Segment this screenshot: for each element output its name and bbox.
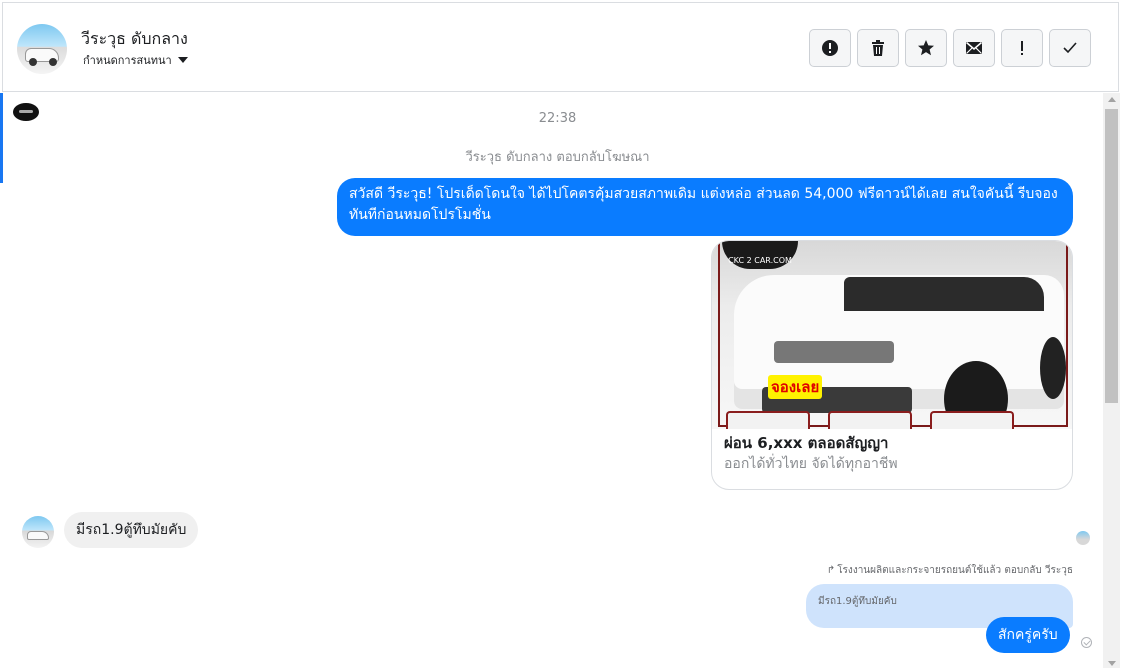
- contact-avatar[interactable]: [17, 24, 67, 74]
- thread-accent-bar: [0, 93, 3, 183]
- star-button[interactable]: [905, 29, 947, 67]
- mark-spam-button[interactable]: [809, 29, 851, 67]
- toolbar: [809, 29, 1091, 67]
- trash-icon: [872, 40, 884, 56]
- delete-button[interactable]: [857, 29, 899, 67]
- follow-up-button[interactable]: [1001, 29, 1043, 67]
- sent-check-icon: [1081, 637, 1092, 648]
- mark-unread-button[interactable]: [953, 29, 995, 67]
- assign-conversation-dropdown[interactable]: กำหนดการสนทนา: [83, 51, 188, 69]
- image-thumbnails: [726, 411, 1014, 429]
- assign-label: กำหนดการสนทนา: [83, 54, 172, 67]
- mark-done-button[interactable]: [1049, 29, 1091, 67]
- scroll-up-arrow-icon[interactable]: [1108, 97, 1116, 102]
- ad-card-subtitle: ออกได้ทั่วไทย จัดได้ทุกอาชีพ: [724, 456, 898, 472]
- exclamation-icon: [1021, 41, 1023, 55]
- incoming-message[interactable]: มีรถ1.9ตู้ทึบมัยคับ: [64, 512, 199, 548]
- messenger-window: วีระวุธ ดับกลาง กำหนดการสนทนา 22:38 วีระ…: [0, 0, 1123, 668]
- ad-card[interactable]: CKC 2 CAR.COM จองเลย ผ่อน 6,xxx ตลอดสัญญ…: [711, 240, 1073, 490]
- envelope-icon: [966, 41, 982, 54]
- star-icon: [918, 40, 934, 56]
- book-now-sticker: จองเลย: [768, 375, 823, 399]
- check-icon: [1063, 42, 1077, 54]
- sender-avatar[interactable]: [22, 516, 54, 548]
- scrollbar-thumb[interactable]: [1105, 109, 1118, 403]
- contact-name[interactable]: วีระวุธ ดับกลาง: [81, 27, 188, 52]
- ad-reply-note: วีระวุธ ดับกลาง ตอบกลับโฆษณา: [465, 150, 650, 165]
- message-timestamp: 22:38: [538, 111, 577, 126]
- outgoing-message[interactable]: สวัสดี วีระวุธ! โปรเด็ดโดนใจ ได้ไปโคตรคุ…: [337, 178, 1073, 236]
- scroll-down-arrow-icon[interactable]: [1108, 661, 1116, 666]
- page-reply-note: ↱ โรงงานผลิตและกระจายรถยนต์ใช้แล้ว ตอบกล…: [827, 563, 1073, 578]
- conversation-header: วีระวุธ ดับกลาง กำหนดการสนทนา: [2, 2, 1119, 92]
- page-reply-note-text: โรงงานผลิตและกระจายรถยนต์ใช้แล้ว ตอบกลับ…: [837, 565, 1073, 576]
- reply-message[interactable]: สักครู่ครับ: [986, 617, 1070, 653]
- caret-down-icon: [177, 57, 188, 63]
- ad-card-title: ผ่อน 6,xxx ตลอดสัญญา: [724, 434, 889, 452]
- dealer-logo: CKC 2 CAR.COM: [722, 241, 798, 269]
- alert-circle-icon: [822, 40, 838, 56]
- read-receipt-avatar: [1076, 531, 1090, 545]
- ad-card-image[interactable]: CKC 2 CAR.COM จองเลย: [712, 241, 1072, 429]
- reply-arrow-icon: ↱: [826, 565, 836, 576]
